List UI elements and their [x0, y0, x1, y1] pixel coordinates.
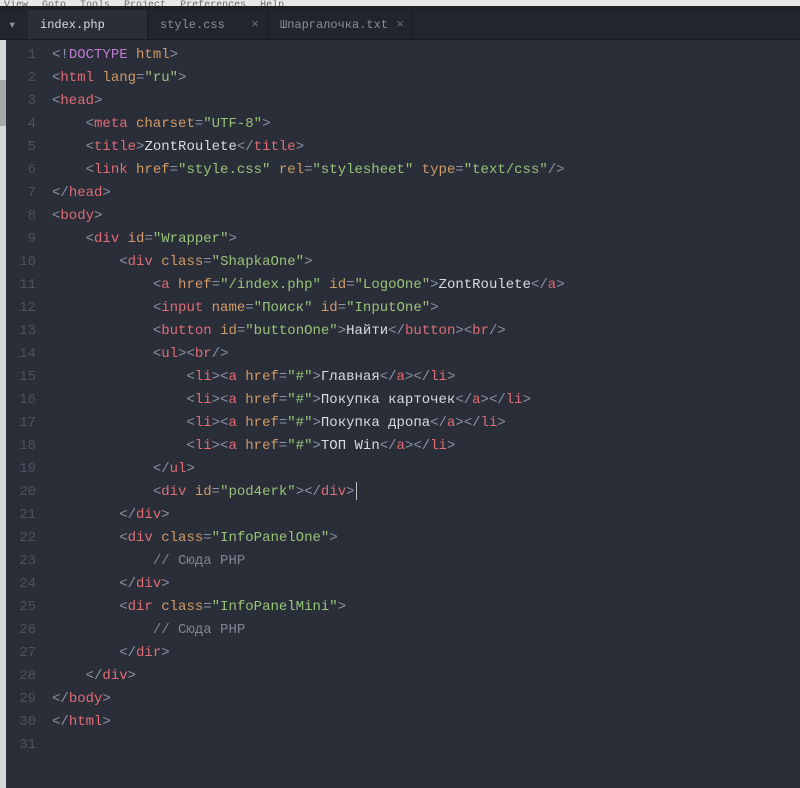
code-line[interactable]: <a href="/index.php" id="LogoOne">ZontRo…	[52, 274, 800, 297]
tabbar: ▾ index.php style.css × Шпаргалочка.txt …	[0, 10, 800, 40]
code-line[interactable]: </head>	[52, 182, 800, 205]
menu-item[interactable]: Goto	[42, 0, 66, 6]
line-number: 7	[6, 182, 36, 205]
tab-label: Шпаргалочка.txt	[280, 18, 388, 32]
text-cursor	[356, 482, 357, 500]
menu-item[interactable]: Tools	[80, 0, 110, 6]
line-number: 20	[6, 481, 36, 504]
line-number: 29	[6, 688, 36, 711]
menu-item[interactable]: View	[4, 0, 28, 6]
menu-item[interactable]: Help	[260, 0, 284, 6]
code-line[interactable]: </html>	[52, 711, 800, 734]
line-number: 30	[6, 711, 36, 734]
code-line[interactable]: <ul><br/>	[52, 343, 800, 366]
line-number: 25	[6, 596, 36, 619]
line-number: 13	[6, 320, 36, 343]
scrollbar-thumb[interactable]	[0, 80, 6, 126]
line-number: 4	[6, 113, 36, 136]
code-line[interactable]: </dir>	[52, 642, 800, 665]
line-number: 2	[6, 67, 36, 90]
line-number: 23	[6, 550, 36, 573]
code-line[interactable]: <div id="pod4erk"></div>	[52, 481, 800, 504]
code-line[interactable]: <meta charset="UTF-8">	[52, 113, 800, 136]
line-number: 10	[6, 251, 36, 274]
line-number: 21	[6, 504, 36, 527]
code-line[interactable]: <div id="Wrapper">	[52, 228, 800, 251]
line-number: 17	[6, 412, 36, 435]
code-line[interactable]: <li><a href="#">ТОП Win</a></li>	[52, 435, 800, 458]
menu-item[interactable]: Project	[124, 0, 166, 6]
line-number: 1	[6, 44, 36, 67]
code-line[interactable]: <div class="InfoPanelOne">	[52, 527, 800, 550]
code-line[interactable]: <li><a href="#">Главная</a></li>	[52, 366, 800, 389]
scrollbar-strip[interactable]	[0, 40, 6, 788]
code-line[interactable]: </div>	[52, 504, 800, 527]
code-line[interactable]: <html lang="ru">	[52, 67, 800, 90]
code-line[interactable]: <button id="buttonOne">Найти</button><br…	[52, 320, 800, 343]
code-line[interactable]: <li><a href="#">Покупка дропа</a></li>	[52, 412, 800, 435]
menu-item[interactable]: Preferences	[180, 0, 246, 6]
code-line[interactable]: <link href="style.css" rel="stylesheet" …	[52, 159, 800, 182]
tab-notes[interactable]: Шпаргалочка.txt ×	[268, 10, 413, 39]
tab-style-css[interactable]: style.css ×	[148, 10, 268, 39]
line-number: 22	[6, 527, 36, 550]
code-line[interactable]	[52, 734, 800, 757]
tab-label: style.css	[160, 18, 225, 32]
code-area[interactable]: <!DOCTYPE html><html lang="ru"><head> <m…	[52, 44, 800, 788]
code-line[interactable]: <!DOCTYPE html>	[52, 44, 800, 67]
line-number: 11	[6, 274, 36, 297]
line-number: 14	[6, 343, 36, 366]
line-number: 26	[6, 619, 36, 642]
code-line[interactable]: <title>ZontRoulete</title>	[52, 136, 800, 159]
line-number: 6	[6, 159, 36, 182]
code-line[interactable]: <body>	[52, 205, 800, 228]
line-number: 19	[6, 458, 36, 481]
code-line[interactable]: // Сюда PHP	[52, 550, 800, 573]
line-number: 8	[6, 205, 36, 228]
line-number: 15	[6, 366, 36, 389]
line-number: 5	[6, 136, 36, 159]
line-number: 31	[6, 734, 36, 757]
close-icon[interactable]: ×	[251, 17, 259, 32]
editor-body: 1234567891011121314151617181920212223242…	[0, 40, 800, 788]
editor-window: View Goto Tools Project Preferences Help…	[0, 0, 800, 788]
code-line[interactable]: <head>	[52, 90, 800, 113]
tab-label: index.php	[40, 18, 105, 32]
line-number: 24	[6, 573, 36, 596]
code-line[interactable]: <input name="Поиск" id="InputOne">	[52, 297, 800, 320]
code-line[interactable]: <dir class="InfoPanelMini">	[52, 596, 800, 619]
code-line[interactable]: </ul>	[52, 458, 800, 481]
code-editor[interactable]: 1234567891011121314151617181920212223242…	[6, 40, 800, 788]
tab-index-php[interactable]: index.php	[28, 10, 148, 39]
line-number: 9	[6, 228, 36, 251]
line-number: 27	[6, 642, 36, 665]
line-number: 16	[6, 389, 36, 412]
line-number: 28	[6, 665, 36, 688]
line-number-gutter: 1234567891011121314151617181920212223242…	[6, 44, 52, 788]
code-line[interactable]: <div class="ShapkaOne">	[52, 251, 800, 274]
line-number: 12	[6, 297, 36, 320]
line-number: 18	[6, 435, 36, 458]
code-line[interactable]: <li><a href="#">Покупка карточек</a></li…	[52, 389, 800, 412]
line-number: 3	[6, 90, 36, 113]
code-line[interactable]: </div>	[52, 573, 800, 596]
code-line[interactable]: </div>	[52, 665, 800, 688]
code-line[interactable]: // Сюда PHP	[52, 619, 800, 642]
code-line[interactable]: </body>	[52, 688, 800, 711]
chevron-down-icon[interactable]: ▾	[8, 17, 16, 34]
close-icon[interactable]: ×	[396, 17, 404, 32]
